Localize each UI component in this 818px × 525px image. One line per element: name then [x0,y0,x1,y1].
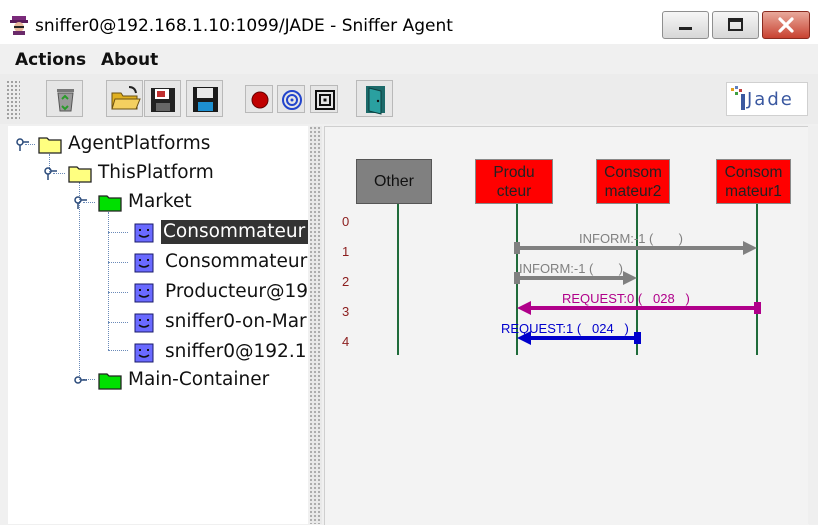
tree-expander-icon [16,138,29,151]
tree-label: sniffer0@192.1 [165,341,307,362]
tree-label: ThisPlatform [98,162,214,183]
folder-yellow-icon [38,137,62,154]
maximize-button[interactable] [712,11,759,39]
menu-actions[interactable]: Actions [15,50,86,70]
tree-label: Market [128,191,192,212]
toolbar-grip[interactable] [6,80,20,120]
save-button[interactable] [186,80,223,117]
close-button[interactable] [762,11,810,39]
exit-button[interactable] [356,80,393,117]
clear-canvas-button[interactable] [46,80,83,117]
window-title: sniffer0@192.168.1.10:1099/JADE - Sniffe… [35,16,453,36]
open-file-button[interactable] [106,80,143,117]
jade-logo-icon [731,86,745,110]
minimize-button[interactable] [662,11,709,39]
tree-node-this-platform[interactable]: ThisPlatform [8,159,308,187]
tree-node-agent[interactable]: Producteur@19 [8,278,308,306]
sniffer-agent-icon [10,16,28,35]
tree-label: Consommateur [161,220,308,244]
minimize-icon [679,27,692,30]
folder-green-icon [98,195,122,212]
tree-node-agent[interactable]: sniffer0-on-Mar [8,308,308,336]
spiral-black-button[interactable] [310,85,338,113]
folder-green-icon [98,373,122,390]
panel-splitter[interactable] [310,126,322,524]
tree-expander-icon [44,167,57,180]
agent-face-icon [134,253,154,273]
message-label: INFORM:-1 ( ) [519,261,623,276]
record-red-dot-icon [251,91,269,109]
jade-logo: Jade [726,82,808,116]
tree-node-market[interactable]: Market [8,188,308,216]
tree-node-agent-platforms[interactable]: AgentPlatforms [8,130,308,158]
save-snapshot-button[interactable] [144,80,181,117]
tree-expander-icon [74,196,87,209]
exit-door-icon [366,86,385,115]
record-button[interactable] [245,85,273,113]
title-bar: sniffer0@192.168.1.10:1099/JADE - Sniffe… [0,0,818,44]
window-right-edge [808,126,818,524]
spiral-blue-icon [282,90,302,110]
agent-face-icon [134,283,154,303]
recycle-bin-icon [57,89,74,112]
folder-yellow-icon [68,166,92,183]
tree-label: Consommateur [165,251,308,272]
agent-face-icon [134,343,154,363]
menu-about[interactable]: About [101,50,158,70]
message-label: REQUEST:0 ( 028 ) [562,291,690,306]
menu-bar: Actions About [0,44,818,74]
tree-node-agent[interactable]: sniffer0@192.1 [8,338,308,366]
jade-logo-text: Jade [747,89,794,110]
agent-face-icon [134,223,154,243]
sniffer-canvas: Other Produ cteur Consom mateur2 Consom … [324,126,809,525]
close-icon [778,17,794,33]
floppy-disk-icon [193,87,218,112]
maximize-icon [728,18,743,31]
tree-node-main-container[interactable]: Main-Container [8,366,308,394]
toolbar [0,74,818,124]
save-snapshot-icon [151,88,175,112]
spiral-black-icon [315,90,335,110]
spiral-blue-button[interactable] [277,85,305,113]
tree-label: sniffer0-on-Mar [165,311,307,332]
tree-collapsed-icon [74,376,87,384]
message-label: REQUEST:1 ( 024 ) [501,321,629,336]
tree-node-agent[interactable]: Consommateur [8,248,308,276]
open-folder-icon [111,86,141,110]
message-label: INFORM:-1 ( ) [579,231,683,246]
tree-node-agent[interactable]: Consommateur [8,218,308,246]
tree-label: AgentPlatforms [68,133,211,154]
tree-label: Producteur@19 [165,281,308,302]
agent-tree: AgentPlatforms ThisPlatform Market Conso… [8,126,308,524]
tree-label: Main-Container [128,369,270,390]
agent-face-icon [134,313,154,333]
